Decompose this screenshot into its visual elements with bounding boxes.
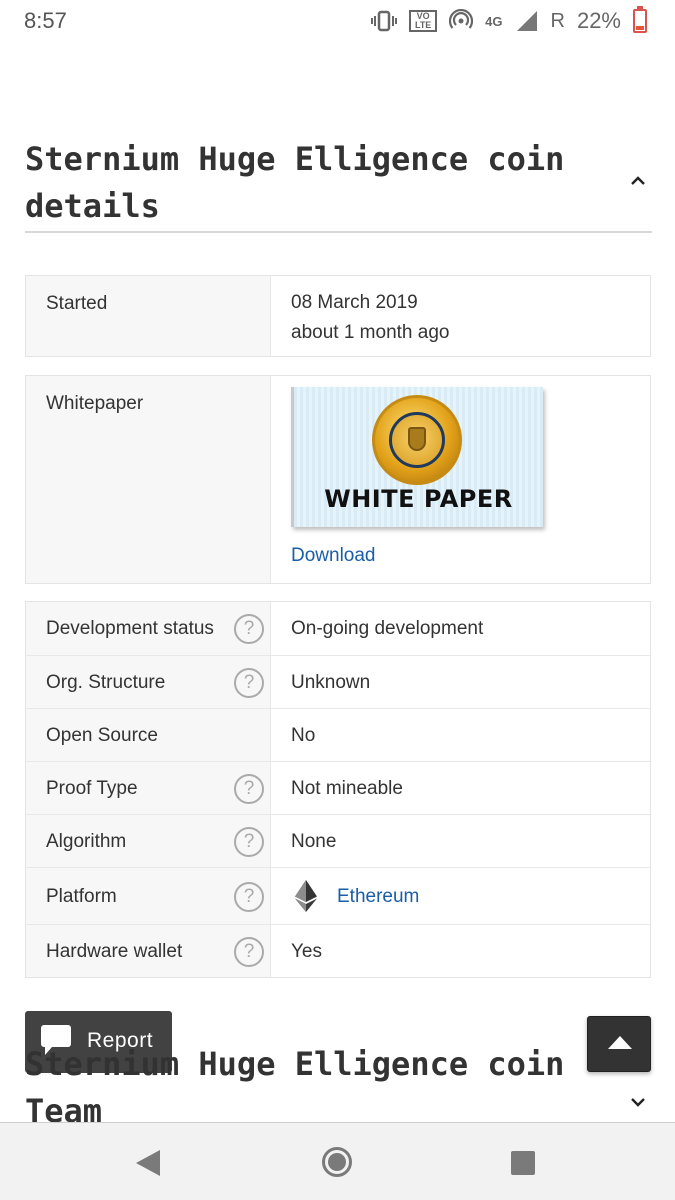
coin-logo (372, 395, 462, 485)
chat-bubble-icon (41, 1025, 71, 1055)
help-icon[interactable]: ? (234, 667, 264, 698)
recents-icon[interactable] (511, 1151, 535, 1175)
attribute-label: Platform? (26, 868, 271, 924)
signal-icon (515, 10, 539, 32)
status-bar: 8:57 VO LTE 4G R 22% (0, 0, 675, 42)
details-section-header[interactable]: Sternium Huge Elligence coin details (25, 136, 652, 230)
help-icon[interactable]: ? (234, 881, 264, 912)
attribute-row: Org. Structure? Unknown (26, 655, 650, 708)
help-icon[interactable]: ? (234, 613, 264, 644)
attribute-row: Proof Type? Not mineable (26, 761, 650, 814)
attribute-label: Org. Structure? (26, 656, 271, 708)
attribute-row: Platform? Ethereum (26, 867, 650, 924)
help-icon[interactable]: ? (234, 826, 264, 857)
attribute-value: On-going development (271, 602, 650, 655)
started-value: 08 March 2019 about 1 month ago (271, 276, 650, 356)
back-icon[interactable] (136, 1150, 160, 1176)
whitepaper-table: Whitepaper WHITE PAPER Download (25, 375, 651, 584)
attribute-label-text: Org. Structure (46, 672, 166, 693)
whitepaper-value: WHITE PAPER Download (271, 376, 650, 583)
attribute-value-text: Yes (291, 940, 322, 962)
attribute-label: Proof Type? (26, 762, 271, 814)
attribute-value: Yes (271, 925, 650, 977)
attribute-label: Hardware wallet? (26, 925, 271, 977)
status-time: 8:57 (24, 8, 67, 33)
attribute-value: No (271, 709, 650, 761)
attribute-value-text: Unknown (291, 671, 371, 693)
battery-icon (633, 6, 647, 33)
attribute-label-text: Algorithm (46, 831, 127, 852)
whitepaper-row: Whitepaper WHITE PAPER Download (26, 376, 650, 583)
attribute-value: None (271, 815, 650, 867)
attribute-row: Algorithm? None (26, 814, 650, 867)
attribute-row: Open Source No (26, 708, 650, 761)
help-icon[interactable]: ? (234, 773, 264, 804)
hotspot-icon (449, 9, 474, 33)
volte-icon: VO LTE (409, 10, 438, 32)
details-section-title: Sternium Huge Elligence coin details (25, 140, 565, 225)
battery-level (636, 25, 644, 30)
report-button[interactable]: Report (25, 1011, 172, 1073)
chevron-up-icon[interactable] (628, 171, 648, 191)
attributes-table: Development status? On-going development O… (25, 601, 651, 978)
status-icons: VO LTE 4G R 22% (371, 6, 647, 36)
network-label: 4G (485, 13, 503, 29)
attribute-label: Development status? (26, 602, 271, 655)
home-icon[interactable] (322, 1147, 352, 1177)
started-date: 08 March 2019 (291, 292, 418, 313)
platform-link[interactable]: Ethereum (337, 868, 419, 925)
attribute-value: Unknown (271, 656, 650, 708)
attribute-label-text: Development status (46, 618, 214, 639)
attribute-value-text: On-going development (291, 618, 484, 639)
battery-percent: 22% (576, 8, 621, 33)
attribute-label: Algorithm? (26, 815, 271, 867)
attribute-value-text: None (291, 830, 337, 852)
scroll-top-button[interactable] (587, 1016, 651, 1072)
whitepaper-image-text: WHITE PAPER (324, 485, 513, 513)
attribute-value-text: Not mineable (291, 777, 403, 799)
attribute-row: Development status? On-going development (26, 602, 650, 655)
vibrate-icon (371, 10, 398, 32)
attribute-value: Ethereum (271, 868, 650, 924)
chevron-down-icon[interactable] (628, 1092, 648, 1112)
attribute-value: Not mineable (271, 762, 650, 814)
attribute-row: Hardware wallet? Yes (26, 924, 650, 977)
whitepaper-label: Whitepaper (26, 376, 271, 583)
ethereum-icon (295, 880, 317, 912)
network-4g-icon: 4G (485, 13, 503, 29)
navigation-bar (0, 1122, 675, 1200)
section-divider (25, 231, 652, 233)
attribute-label-text: Proof Type (46, 778, 138, 799)
attribute-label-text: Hardware wallet (46, 941, 183, 962)
download-link[interactable]: Download (291, 545, 650, 567)
report-label: Report (87, 1029, 154, 1052)
started-relative: about 1 month ago (291, 322, 450, 343)
attribute-label: Open Source (26, 709, 271, 761)
started-row: Started 08 March 2019 about 1 month ago (26, 276, 650, 356)
attribute-value-text: No (291, 724, 316, 746)
help-icon[interactable]: ? (234, 936, 264, 967)
whitepaper-image[interactable]: WHITE PAPER (291, 387, 543, 527)
started-label: Started (26, 276, 271, 356)
attribute-label-text: Open Source (46, 725, 158, 746)
roaming-icon: R (550, 9, 565, 32)
attribute-label-text: Platform (46, 886, 117, 907)
volte-line2: LTE (414, 20, 432, 30)
started-table: Started 08 March 2019 about 1 month ago (25, 275, 651, 357)
